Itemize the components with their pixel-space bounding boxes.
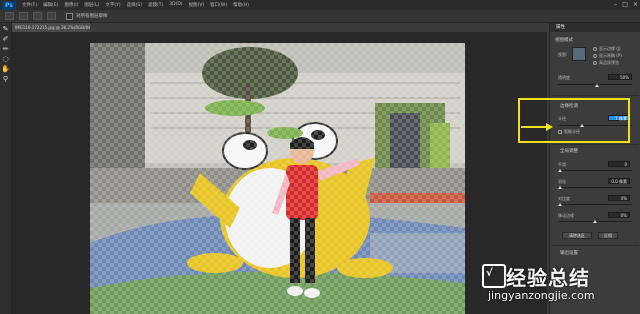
watermark-url: jingyanzongjie.com [488,289,595,302]
menu-item[interactable]: 图层(L) [84,2,99,8]
options-bar: 对所有图层取样 [0,10,640,23]
menu-item[interactable]: 视图(V) [189,2,205,8]
smooth-slider-knob[interactable] [558,169,562,172]
feather-field[interactable]: 0.0 像素 [608,178,630,184]
menu-item[interactable]: 窗口(W) [210,2,227,8]
contrast-field[interactable]: 0% [608,195,630,201]
tool-preset-button[interactable] [5,12,14,20]
view-mode-label: 视图模式 [555,38,573,43]
transparency-label: 透明度 [558,75,570,80]
arrow-icon [521,123,553,131]
feather-slider[interactable] [558,187,632,188]
properties-tab[interactable]: 属性 [556,24,565,30]
high-quality-label: 高品质预览 [599,60,619,65]
refine-brush-icon[interactable]: ✐ [1,35,10,43]
menu-item[interactable]: 选择(S) [127,2,142,8]
watermark-badge: √ [482,264,506,288]
quick-select-icon[interactable]: ✏ [1,45,10,53]
smooth-field[interactable]: 0 [608,161,630,167]
mode-button[interactable] [47,12,56,20]
maximize-icon[interactable]: □ [622,1,628,9]
brush-option-button[interactable] [19,12,28,20]
brush-tool-icon[interactable]: ✎ [1,25,10,33]
zoom-tool-icon[interactable]: ⚲ [1,75,10,83]
transparency-field[interactable]: 50% [608,74,632,80]
view-label: 视图: [558,52,568,57]
document-image[interactable] [90,43,465,314]
lasso-tool-icon[interactable]: ◌ [1,55,10,63]
menu-item[interactable]: 编辑(E) [43,2,58,8]
contrast-slider-knob[interactable] [558,203,562,206]
properties-tab-header[interactable]: 属性 [550,23,640,32]
menu-bar: Ps 文件(F) 编辑(E) 图像(I) 图层(L) 文字(Y) 选择(S) 滤镜(T) 3D… [0,0,640,10]
shift-edge-slider-knob[interactable] [593,220,597,223]
transparency-slider-knob[interactable] [595,84,599,87]
menu-item[interactable]: 图像(I) [64,2,78,8]
show-original-checkbox[interactable] [593,54,597,58]
brush-size-button[interactable] [33,12,42,20]
feather-slider-knob[interactable] [558,186,562,189]
high-quality-checkbox[interactable] [593,61,597,65]
feather-label: 羽化 [558,179,566,184]
watermark: √ 经验总结 jingyanzongjie.com [470,262,640,314]
clear-selection-button[interactable]: 清除选区 [562,232,592,239]
sample-all-layers-checkbox[interactable] [66,12,73,20]
photo-scene [90,43,465,314]
watermark-title: 经验总结 [506,266,590,290]
shift-edge-label: 移动边缘 [558,213,574,218]
document-tab[interactable]: IMG116-172215.jpg @ 28.2%(RGB/8#) * [12,23,90,32]
close-icon[interactable]: × [633,1,638,9]
contrast-slider[interactable] [558,204,632,205]
menu-item[interactable]: 文件(F) [22,2,37,8]
invert-button[interactable]: 反相 [598,232,618,239]
menu-item[interactable]: 帮助(H) [233,2,249,8]
sample-all-layers-label: 对所有图层取样 [76,14,108,19]
view-thumbnail[interactable] [572,47,586,61]
highlight-box [518,98,630,143]
output-settings-label: 输出设置 [560,251,578,256]
menu-item[interactable]: 滤镜(T) [148,2,163,8]
smooth-label: 平滑 [558,162,566,167]
menu-items: 文件(F) 编辑(E) 图像(I) 图层(L) 文字(Y) 选择(S) 滤镜(T) 3D(D)… [16,2,249,8]
minimize-icon[interactable]: – [614,1,617,9]
smooth-slider[interactable] [558,170,632,171]
menu-item[interactable]: 文字(Y) [105,2,120,8]
shift-edge-field[interactable]: 0% [608,212,630,218]
toolbar: ✎ ✐ ✏ ◌ ✋ ⚲ [0,23,12,314]
hand-tool-icon[interactable]: ✋ [1,65,10,73]
show-edge-checkbox[interactable] [593,47,597,51]
contrast-label: 对比度 [558,196,570,201]
global-refine-label: 全局调整 [560,149,578,154]
show-edge-label: 显示边缘 (J) [599,46,621,51]
menu-item[interactable]: 3D(D) [169,2,182,8]
photoshop-logo: Ps [2,0,16,10]
window-controls: – □ × [614,1,638,9]
show-original-label: 显示原稿 (P) [599,53,622,58]
